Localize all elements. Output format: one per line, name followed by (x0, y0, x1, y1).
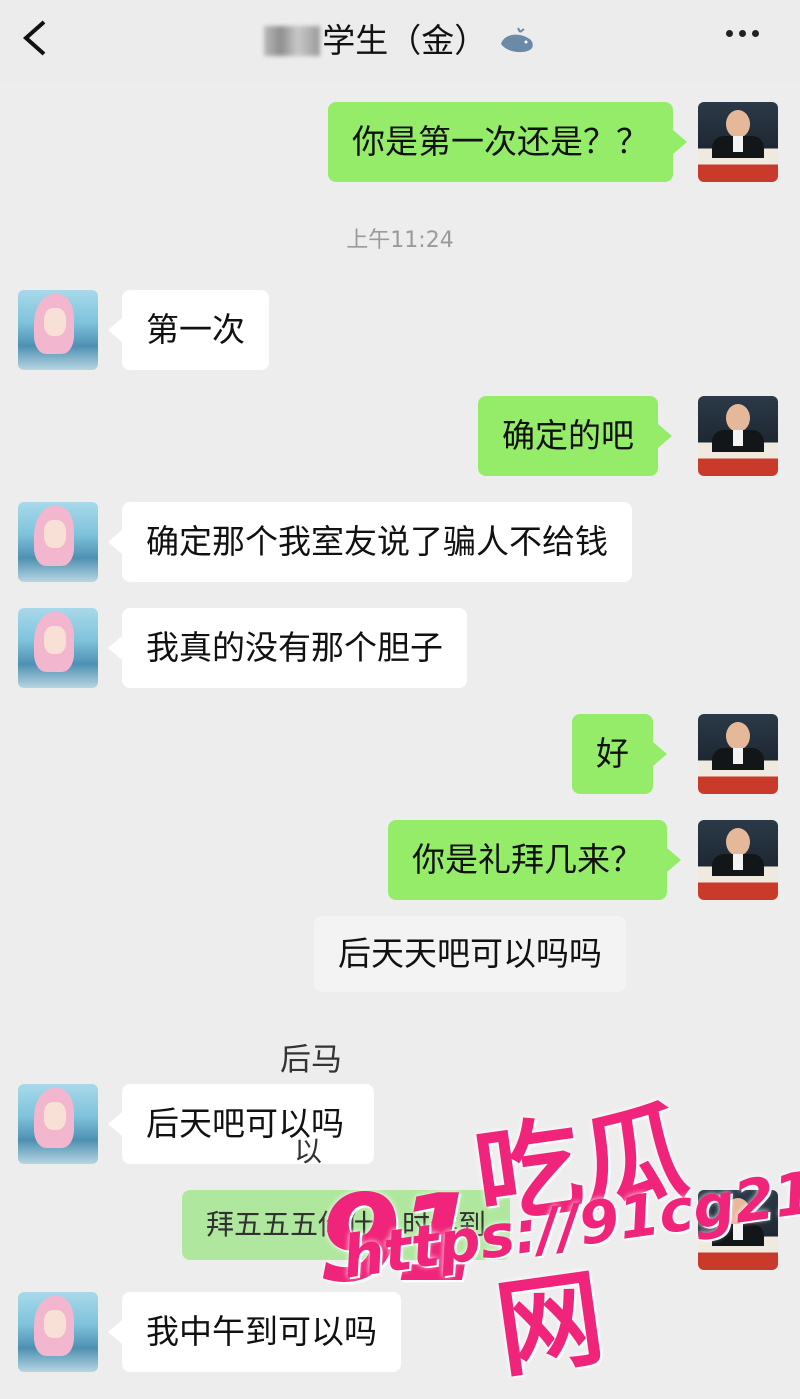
contact-avatar[interactable] (18, 1084, 98, 1164)
whale-icon (500, 27, 533, 53)
contact-avatar[interactable] (18, 1292, 98, 1372)
message-bubble-other[interactable]: 第一次 (108, 290, 269, 370)
message-fragment: 拜五五 (206, 1208, 291, 1241)
chat-header: 学生（金） (0, 0, 800, 84)
ghost-text: 以 (294, 1135, 323, 1168)
message-bubble-other[interactable]: 后天天吧可以吗吗 (314, 916, 626, 992)
message-bubble-self[interactable]: 你是第一次还是？？ (328, 102, 687, 182)
redacted-name-blur (264, 26, 321, 56)
message-bubble-other[interactable]: 我真的没有那个胆子 (108, 608, 467, 688)
contact-avatar[interactable] (18, 290, 98, 370)
chat-title: 学生（金） (322, 21, 488, 60)
message-bubble-self[interactable]: 好 (572, 714, 667, 794)
self-avatar[interactable] (698, 396, 778, 476)
message-bubble-self[interactable]: 确定的吧 (478, 396, 672, 476)
contact-avatar[interactable] (18, 608, 98, 688)
message-bubble-self[interactable]: 你是礼拜几来？ (388, 820, 681, 900)
message-bubble-other[interactable]: 后天吧可以吗 (108, 1084, 374, 1164)
self-avatar[interactable] (698, 820, 778, 900)
contact-avatar[interactable] (18, 502, 98, 582)
ghost-text: 后马 (280, 1042, 342, 1078)
more-dots-icon[interactable] (726, 22, 766, 48)
self-avatar[interactable] (698, 714, 778, 794)
chat-title-container: 学生（金） (0, 14, 800, 62)
self-avatar[interactable] (698, 102, 778, 182)
message-bubble-other[interactable]: 确定那个我室友说了骗人不给钱 (108, 502, 632, 582)
timestamp: 上午11:24 (346, 228, 454, 253)
